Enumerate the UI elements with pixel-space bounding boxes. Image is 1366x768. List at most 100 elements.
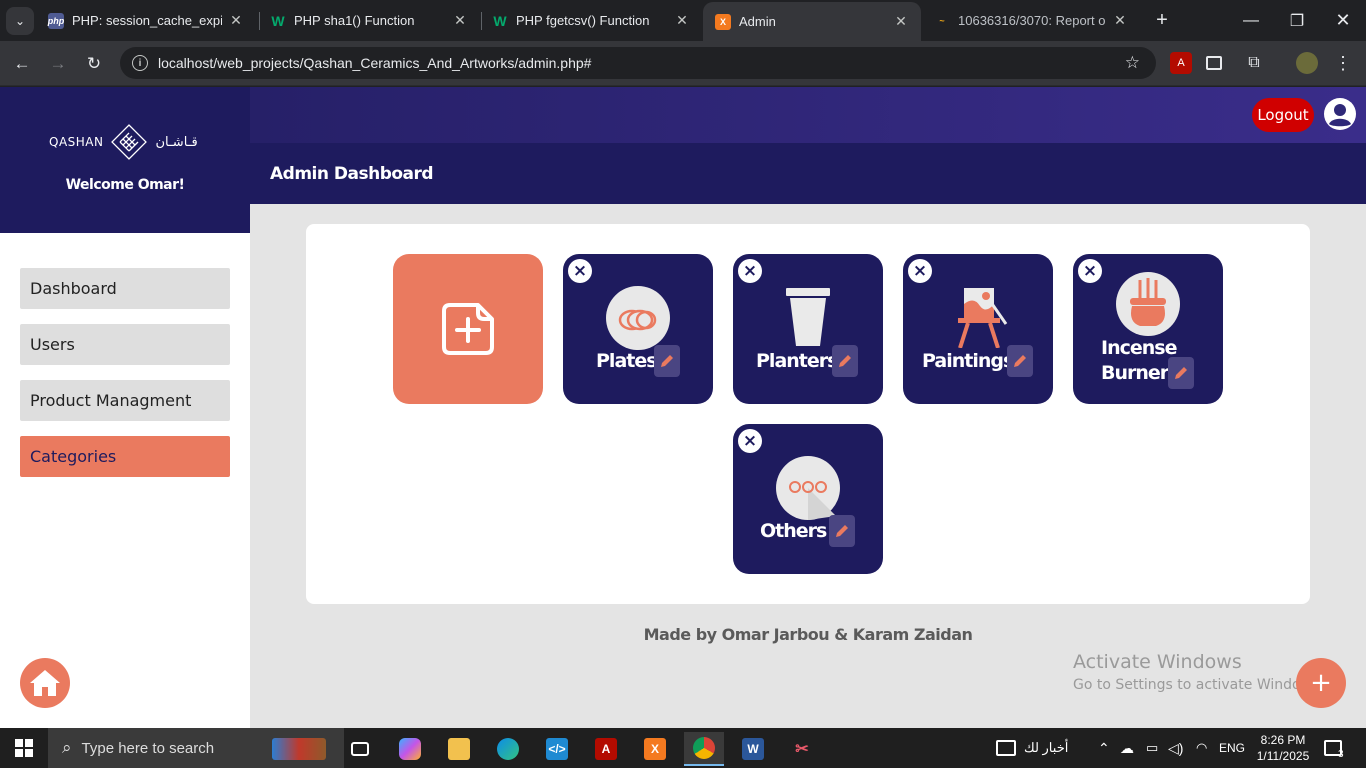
edit-button[interactable]: [654, 345, 680, 377]
home-button[interactable]: [20, 658, 70, 708]
edge-browser-icon[interactable]: [488, 732, 528, 766]
snipping-tool-icon[interactable]: ✂: [782, 732, 822, 766]
edit-button[interactable]: [1007, 345, 1033, 377]
search-highlight-icon[interactable]: [268, 732, 330, 766]
forward-arrow-icon[interactable]: →: [44, 50, 72, 78]
category-label: Plates: [596, 350, 658, 372]
pencil-icon: [839, 355, 851, 367]
planter-pot-icon: [786, 288, 830, 346]
site-info-icon[interactable]: i: [132, 55, 148, 71]
delete-x-icon[interactable]: ×: [738, 429, 762, 453]
delete-x-icon[interactable]: ×: [1078, 259, 1102, 283]
profile-avatar[interactable]: [1296, 52, 1318, 74]
wifi-icon[interactable]: ◠: [1196, 728, 1207, 768]
category-label: Paintings: [922, 350, 1014, 372]
task-view-icon[interactable]: [340, 732, 380, 766]
logout-button[interactable]: Logout: [1252, 98, 1314, 132]
browser-toolbar: ← → ↻ i localhost/web_projects/Qashan_Ce…: [0, 41, 1366, 86]
news-icon: [996, 740, 1016, 756]
sidebar-item-users[interactable]: Users: [20, 324, 230, 365]
edit-button[interactable]: [832, 345, 858, 377]
reload-icon[interactable]: ↻: [80, 50, 108, 78]
category-card-planters[interactable]: × Planters: [733, 254, 883, 404]
notification-center[interactable]: 3: [1324, 728, 1344, 768]
notification-count: 3: [1338, 748, 1344, 760]
battery-icon[interactable]: ▭: [1146, 728, 1158, 768]
incense-burner-icon: [1116, 272, 1180, 336]
url-text[interactable]: localhost/web_projects/Qashan_Ceramics_A…: [158, 55, 591, 71]
sidebar-item-product-management[interactable]: Product Managment: [20, 380, 230, 421]
extensions-puzzle-icon[interactable]: ⧉: [1243, 52, 1265, 74]
edit-button[interactable]: [1168, 357, 1194, 389]
more-menu-icon[interactable]: ⋮: [1332, 52, 1354, 74]
acrobat-extension-icon[interactable]: A: [1170, 52, 1192, 74]
footer-credits: Made by Omar Jarbou & Karam Zaidan: [643, 625, 973, 644]
minimize-icon[interactable]: —: [1228, 0, 1274, 41]
activate-windows-watermark: Activate Windows Go to Settings to activ…: [1073, 651, 1324, 693]
tab-title: Admin: [739, 14, 776, 29]
chrome-icon[interactable]: [684, 732, 724, 766]
w3schools-favicon-icon: W: [271, 12, 285, 29]
welcome-text: Welcome Omar!: [65, 177, 185, 193]
sidebar-item-categories[interactable]: Categories: [20, 436, 230, 477]
user-account-icon[interactable]: [1324, 98, 1356, 130]
tab-report[interactable]: ~ 10636316/3070: Report only ✕: [922, 0, 1140, 41]
add-category-button[interactable]: [393, 254, 543, 404]
delete-x-icon[interactable]: ×: [568, 259, 592, 283]
sidebar-item-dashboard[interactable]: Dashboard: [20, 268, 230, 309]
pencil-icon: [836, 525, 848, 537]
windows-start-button[interactable]: [0, 728, 48, 768]
close-icon[interactable]: ✕: [893, 13, 909, 30]
more-dots-icon: [776, 456, 840, 520]
category-card-others[interactable]: × Others: [733, 424, 883, 574]
close-icon[interactable]: ✕: [452, 12, 468, 29]
edit-button[interactable]: [829, 515, 855, 547]
report-favicon-icon: ~: [939, 15, 945, 26]
back-arrow-icon[interactable]: ←: [8, 50, 36, 78]
category-card-paintings[interactable]: × Paintings: [903, 254, 1053, 404]
watermark-line1: Activate Windows: [1073, 651, 1242, 673]
onedrive-cloud-icon[interactable]: ☁: [1120, 728, 1134, 768]
xampp-favicon-icon: X: [715, 13, 731, 30]
close-icon[interactable]: ✕: [674, 12, 690, 29]
address-bar[interactable]: i localhost/web_projects/Qashan_Ceramics…: [120, 47, 1156, 79]
copilot-icon[interactable]: [390, 732, 430, 766]
close-icon[interactable]: ✕: [1112, 12, 1128, 29]
tab-php-session[interactable]: php PHP: session_cache_expire - ✕: [36, 0, 256, 41]
page-title: Admin Dashboard: [270, 164, 434, 184]
delete-x-icon[interactable]: ×: [908, 259, 932, 283]
word-icon[interactable]: W: [733, 732, 773, 766]
tab-admin[interactable]: X Admin ✕: [703, 2, 921, 41]
tab-php-sha1[interactable]: W PHP sha1() Function ✕: [258, 0, 480, 41]
bookmark-star-icon[interactable]: ☆: [1125, 53, 1140, 73]
category-card-plates[interactable]: × Plates: [563, 254, 713, 404]
window-close-icon[interactable]: ✕: [1320, 0, 1366, 41]
language-indicator[interactable]: ENG: [1219, 728, 1245, 768]
category-card-incense-burner[interactable]: × Incense Burner: [1073, 254, 1223, 404]
sidebar: QASHAN قـاشـان Welcome Omar! Dashboard U…: [0, 87, 250, 728]
tab-title: 10636316/3070: Report only: [958, 13, 1106, 28]
news-widget[interactable]: أخبار لك: [996, 728, 1068, 768]
windows-logo-icon: [15, 739, 33, 757]
logo-diamond-icon: [111, 124, 148, 160]
admin-page: QASHAN قـاشـان Welcome Omar! Dashboard U…: [0, 87, 1366, 728]
tab-capture-icon[interactable]: [1206, 56, 1222, 70]
floating-add-button[interactable]: +: [1296, 658, 1346, 708]
new-tab-plus-icon[interactable]: +: [1150, 8, 1174, 32]
xampp-icon[interactable]: X: [635, 732, 675, 766]
clock-time: 8:26 PM: [1260, 733, 1306, 747]
taskbar-clock[interactable]: 8:26 PM 1/11/2025: [1250, 732, 1316, 764]
vscode-icon[interactable]: </>: [537, 732, 577, 766]
delete-x-icon[interactable]: ×: [738, 259, 762, 283]
volume-icon[interactable]: ◁): [1168, 728, 1183, 768]
file-explorer-icon[interactable]: [439, 732, 479, 766]
close-icon[interactable]: ✕: [228, 12, 244, 29]
restore-icon[interactable]: ❐: [1274, 0, 1320, 41]
tab-search-chevron-icon[interactable]: ⌄: [6, 7, 34, 35]
title-bar: Admin Dashboard: [250, 143, 1366, 204]
acrobat-icon[interactable]: A: [586, 732, 626, 766]
category-label: Planters: [756, 350, 838, 372]
show-hidden-icons-chevron-icon[interactable]: ⌃: [1098, 728, 1110, 768]
watermark-line2: Go to Settings to activate Windows.: [1073, 677, 1324, 693]
tab-php-fgetcsv[interactable]: W PHP fgetcsv() Function ✕: [480, 0, 702, 41]
